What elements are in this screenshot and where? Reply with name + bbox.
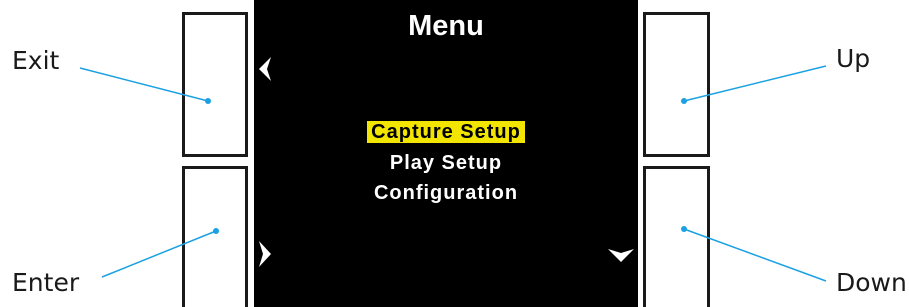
up-callout-line bbox=[681, 65, 827, 104]
down-callout-line bbox=[681, 226, 827, 282]
enter-callout-line bbox=[101, 228, 219, 278]
exit-callout-line bbox=[79, 67, 211, 104]
callout-lines bbox=[79, 65, 827, 282]
